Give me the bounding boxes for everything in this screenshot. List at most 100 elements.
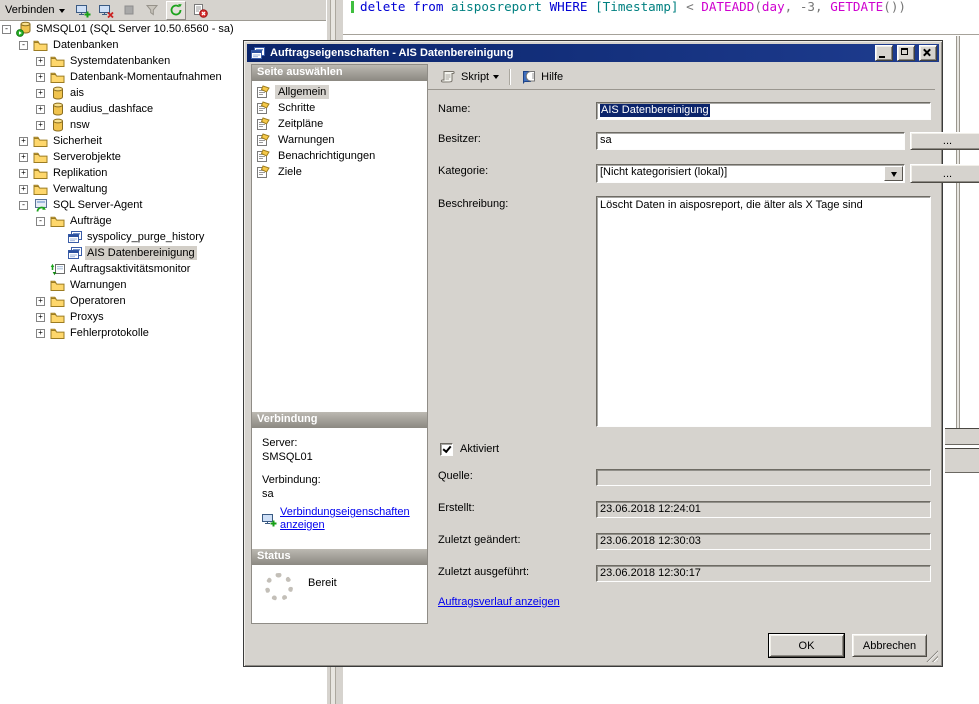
tree-toggle-plus[interactable]: +	[36, 329, 49, 338]
tree-item-serverobjekte[interactable]: +Serverobjekte	[19, 149, 123, 165]
tree-item-label: ais	[68, 86, 86, 100]
page-item-label: Ziele	[275, 165, 305, 179]
tree-item-ais-datenbereinigung[interactable]: AIS Datenbereinigung	[53, 245, 197, 261]
tree-item-sql-server-agent[interactable]: - SQL Server-Agent	[19, 197, 144, 213]
tree-item-verwaltung[interactable]: +Verwaltung	[19, 181, 109, 197]
tree-toggle-plus[interactable]: +	[36, 313, 49, 322]
category-select[interactable]: [Nicht kategorisiert (lokal)]	[596, 164, 905, 183]
last-modified-label: Zuletzt geändert:	[438, 534, 521, 546]
page-item-warnungen[interactable]: Warnungen	[255, 132, 337, 148]
tree-item-replikation[interactable]: +Replikation	[19, 165, 109, 181]
tree-item-datenbank-momentaufnahmen[interactable]: +Datenbank-Momentaufnahmen	[36, 69, 224, 85]
folder-icon	[49, 71, 66, 84]
page-item-ziele[interactable]: Ziele	[255, 164, 305, 180]
name-input[interactable]: AIS Datenbereinigung	[596, 102, 931, 120]
tree-item-label: Sicherheit	[51, 134, 104, 148]
tree-toggle-plus[interactable]: +	[19, 185, 32, 194]
folder-icon	[49, 279, 66, 292]
tree-toggle-plus[interactable]: +	[19, 137, 32, 146]
tree-toggle-plus[interactable]: +	[19, 169, 32, 178]
tree-toggle-plus[interactable]: +	[36, 73, 49, 82]
help-button[interactable]: Hilfe	[516, 67, 567, 86]
folder-icon	[49, 55, 66, 68]
tree-item-systemdatenbanken[interactable]: +Systemdatenbanken	[36, 53, 172, 69]
page-icon	[255, 101, 272, 115]
tree-toggle-plus[interactable]: +	[36, 89, 49, 98]
script-button[interactable]: Skript	[436, 67, 503, 86]
last-executed-label: Zuletzt ausgeführt:	[438, 566, 529, 578]
close-button[interactable]	[919, 45, 937, 61]
tree-toggle-plus[interactable]: +	[36, 105, 49, 114]
tree-toggle-minus[interactable]: -	[19, 41, 32, 50]
dropdown-arrow-icon[interactable]	[884, 166, 903, 181]
cancel-button[interactable]: Abbrechen	[852, 634, 927, 657]
connection-value: sa	[262, 488, 274, 500]
name-label: Name:	[438, 103, 470, 115]
tree-item-datenbanken[interactable]: -Datenbanken	[19, 37, 120, 53]
connect-object-explorer-icon[interactable]	[74, 2, 92, 19]
monitor-icon	[49, 262, 66, 276]
tree-item-aufträge[interactable]: -Aufträge	[36, 213, 114, 229]
server-icon	[15, 21, 32, 37]
source-label: Quelle:	[438, 470, 473, 482]
minimize-button[interactable]	[875, 45, 893, 61]
query-editor[interactable]: delete from aisposreport WHERE [Timestam…	[343, 0, 979, 34]
page-item-benachrichtigungen[interactable]: Benachrichtigungen	[255, 148, 378, 164]
maximize-button[interactable]	[897, 45, 915, 61]
tree-toggle-minus[interactable]: -	[19, 201, 32, 210]
sql-code-line: delete from aisposreport WHERE [Timestam…	[360, 0, 906, 14]
description-textarea[interactable]: Löscht Daten in aisposreport, die älter …	[596, 196, 931, 427]
folder-icon	[32, 135, 49, 148]
owner-browse-button[interactable]: ...	[910, 132, 979, 150]
page-item-zeitpläne[interactable]: Zeitpläne	[255, 116, 326, 132]
code-token: delete from	[360, 0, 451, 14]
page-item-schritte[interactable]: Schritte	[255, 100, 318, 116]
background-window-splitter	[945, 428, 979, 445]
tree-item-ais[interactable]: + ais	[36, 85, 86, 101]
tree-toggle-plus[interactable]: +	[36, 57, 49, 66]
category-label: Kategorie:	[438, 165, 488, 177]
tree-item-sicherheit[interactable]: + Sicherheit	[19, 133, 104, 149]
tree-item-label: SQL Server-Agent	[51, 198, 144, 212]
page-item-label: Allgemein	[275, 85, 329, 99]
connect-dropdown-label: Verbinden	[5, 4, 55, 16]
enabled-checkbox[interactable]	[440, 443, 453, 456]
tree-toggle-minus[interactable]: -	[36, 217, 49, 226]
tree-item-nsw[interactable]: +nsw	[36, 117, 92, 133]
page-item-allgemein[interactable]: Allgemein	[255, 84, 329, 100]
tree-item-fehlerprotokolle[interactable]: +Fehlerprotokolle	[36, 325, 151, 341]
code-token: GETDATE	[830, 0, 883, 14]
tree-item-operatoren[interactable]: + Operatoren	[36, 293, 128, 309]
tree-toggle-plus[interactable]: +	[19, 153, 32, 162]
script-error-icon[interactable]	[191, 2, 209, 19]
view-connection-properties-link[interactable]: Verbindungseigenschaften anzeigen	[280, 506, 418, 532]
tree-item-warnungen[interactable]: Warnungen	[36, 277, 128, 293]
toolbar-separator	[509, 69, 510, 85]
selected-text: AIS Datenbereinigung	[600, 104, 710, 117]
refresh-icon[interactable]	[166, 1, 186, 20]
job-properties-dialog: Auftragseigenschaften - AIS Datenbereini…	[243, 40, 943, 667]
tree-toggle-minus[interactable]: -	[2, 25, 15, 34]
page-icon	[255, 133, 272, 147]
code-token: aisposreport	[451, 0, 550, 14]
tree-item-auftragsaktivitätsmonitor[interactable]: Auftragsaktivitätsmonitor	[36, 261, 192, 277]
page-icon	[255, 85, 272, 99]
tree-item-audius_dashface[interactable]: +audius_dashface	[36, 101, 155, 117]
owner-label: Besitzer:	[438, 133, 481, 145]
tree-item-syspolicy_purge_history[interactable]: syspolicy_purge_history	[53, 229, 206, 245]
tree-item-label: Operatoren	[68, 294, 128, 308]
code-token: day	[762, 0, 785, 14]
owner-input[interactable]: sa	[596, 132, 905, 150]
tree-item-proxys[interactable]: +Proxys	[36, 309, 106, 325]
dialog-titlebar[interactable]: Auftragseigenschaften - AIS Datenbereini…	[247, 44, 939, 62]
select-page-header: Seite auswählen	[252, 65, 427, 81]
view-job-history-link[interactable]: Auftragsverlauf anzeigen	[438, 596, 560, 608]
connect-dropdown-button[interactable]: Verbinden	[1, 3, 69, 17]
ok-button[interactable]: OK	[769, 634, 844, 657]
tree-item-smsql01-sql-server-10-50-6560-sa[interactable]: -SMSQL01 (SQL Server 10.50.6560 - sa)	[2, 21, 236, 37]
tree-toggle-plus[interactable]: +	[36, 121, 49, 130]
tree-toggle-plus[interactable]: +	[36, 297, 49, 306]
folder-icon	[49, 327, 66, 340]
disconnect-icon[interactable]	[97, 2, 115, 19]
category-browse-button[interactable]: ...	[910, 164, 979, 183]
